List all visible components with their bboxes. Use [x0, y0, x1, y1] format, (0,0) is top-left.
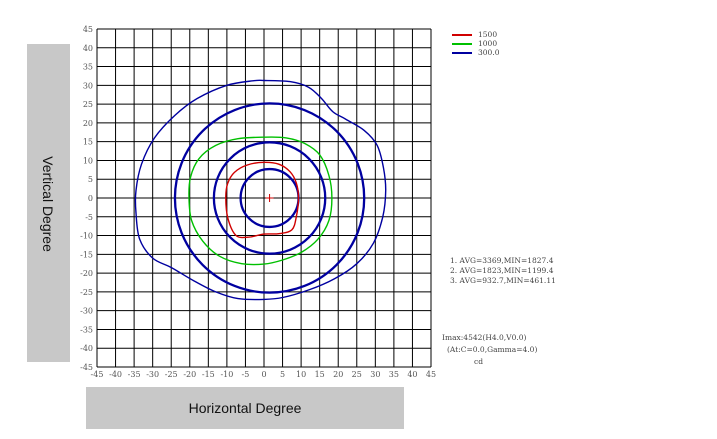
y-tick-label: 20 [83, 119, 93, 128]
x-tick-label: -30 [146, 370, 159, 379]
x-tick-label: -20 [183, 370, 196, 379]
x-tick-label: 5 [280, 370, 285, 379]
y-tick-label: 0 [88, 194, 93, 203]
y-tick-label: -40 [80, 344, 93, 353]
imax-gamma-line: (At:C=0.0,Gamma=4.0) [447, 345, 538, 354]
x-tick-label: 0 [261, 370, 266, 379]
y-tick-label: -35 [80, 325, 93, 334]
x-tick-label: 45 [426, 370, 436, 379]
y-tick-label: 35 [83, 63, 93, 72]
y-axis-label: Vertical Degree [40, 156, 56, 252]
y-tick-label: 45 [83, 25, 93, 34]
x-tick-label: 40 [407, 370, 417, 379]
x-tick-label: 10 [296, 370, 306, 379]
x-tick-label: 15 [315, 370, 325, 379]
contour-plot: -45 -40 -35 -30 -25 -20 -15 -10 -5 0 5 10 15 20 25 30 35… [80, 25, 436, 379]
x-tick-label: -40 [109, 370, 122, 379]
imax-unit: cd [474, 357, 484, 366]
y-tick-label: 40 [83, 44, 93, 53]
imax-line: Imax:4542(H4.0,V0.0) [442, 333, 527, 342]
stat-line-3: 3. AVG=932.7,MIN=461.11 [450, 276, 556, 285]
y-tick-label: -25 [80, 288, 93, 297]
x-tick-label: 20 [333, 370, 343, 379]
y-tick-label: -5 [85, 213, 93, 222]
x-tick-label: -5 [242, 370, 250, 379]
y-tick-label: 30 [83, 81, 93, 90]
legend-swatch-1000 [452, 43, 472, 45]
legend-swatch-1500 [452, 34, 472, 36]
y-tick-label: -30 [80, 307, 93, 316]
y-tick-label: -10 [80, 232, 93, 241]
y-tick-label: -15 [80, 250, 93, 259]
contour-300-0 [134, 79, 387, 301]
x-tick-label: -35 [128, 370, 141, 379]
chart-canvas: -45 -40 -35 -30 -25 -20 -15 -10 -5 0 5 10 15 20 25 30 35… [0, 0, 717, 439]
y-tick-label: -20 [80, 269, 93, 278]
x-tick-label: 30 [370, 370, 380, 379]
y-tick-label: 5 [88, 175, 93, 184]
x-tick-label: -10 [220, 370, 233, 379]
x-tick-label: -25 [165, 370, 178, 379]
x-tick-label: 35 [389, 370, 399, 379]
legend-swatch-300 [452, 52, 472, 54]
x-axis-label-box: Horizontal Degree [86, 387, 404, 429]
legend-label-300: 300.0 [478, 48, 500, 57]
stat-line-1: 1. AVG=3369,MIN=1827.4 [450, 256, 554, 265]
y-tick-label: 25 [83, 100, 93, 109]
y-tick-label: 10 [83, 156, 93, 165]
x-axis-label: Horizontal Degree [188, 400, 302, 416]
contour-1000 [188, 136, 333, 266]
x-tick-label: 25 [352, 370, 362, 379]
y-tick-label: 15 [83, 138, 93, 147]
stat-line-2: 2. AVG=1823,MIN=1199.4 [450, 266, 554, 275]
y-tick-label: -45 [80, 363, 93, 372]
x-tick-label: -15 [202, 370, 215, 379]
